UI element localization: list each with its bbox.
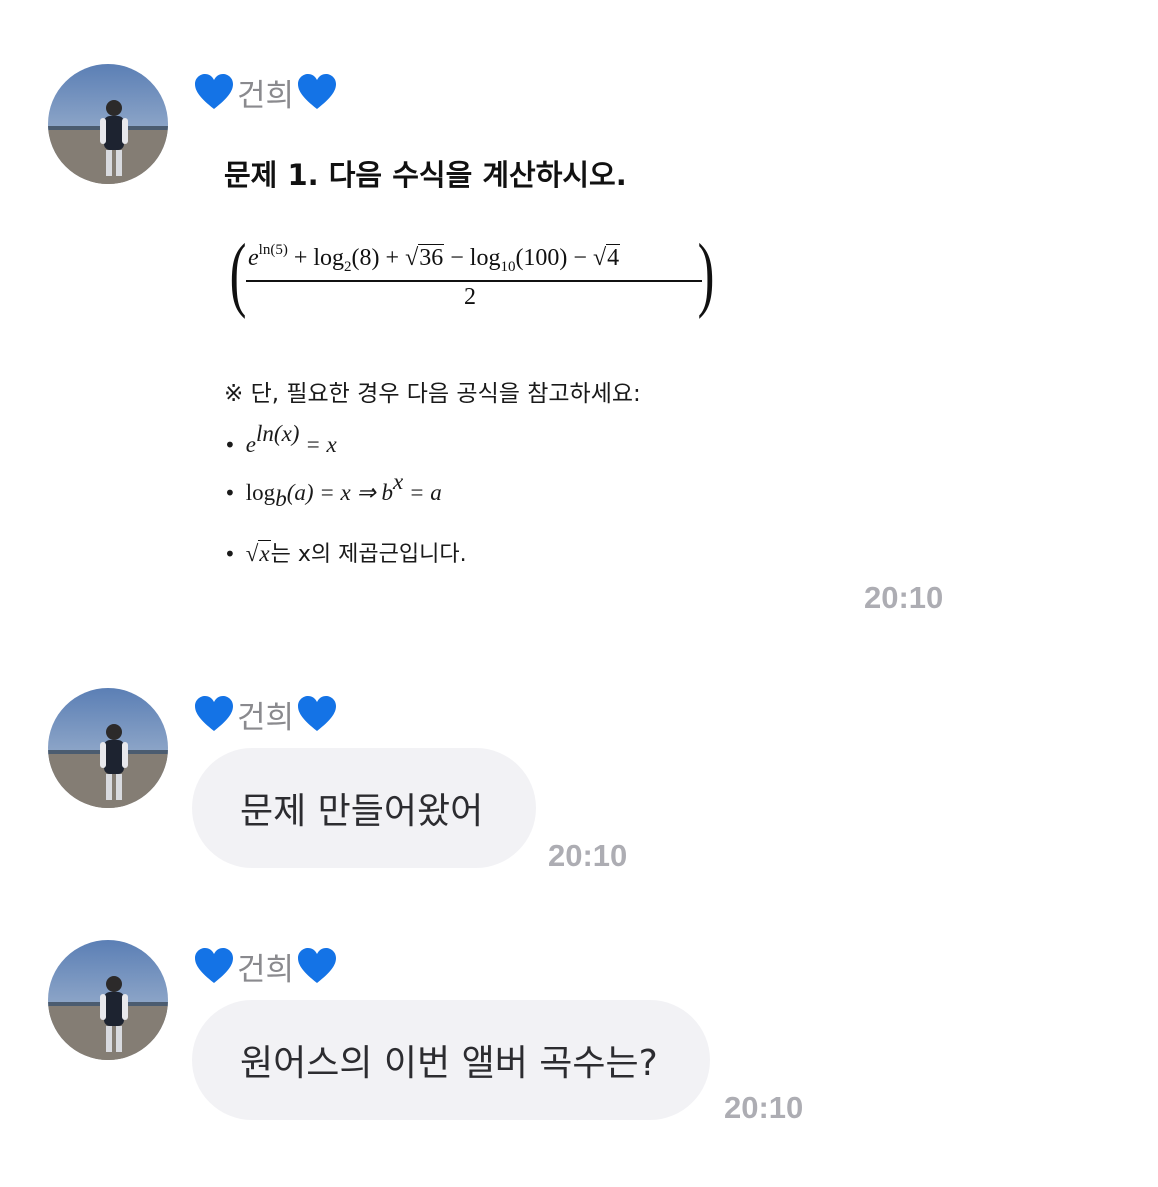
formula-part: x [258, 540, 271, 566]
bullet: • [224, 433, 236, 457]
sqrt-sign: √ [245, 541, 259, 566]
formula-part: ln(x) [256, 421, 300, 446]
problem-title: 문제 1. 다음 수식을 계산하시오. [224, 158, 627, 192]
avatar[interactable] [48, 688, 168, 808]
sqrt-sign: √ [405, 245, 419, 271]
avatar[interactable] [48, 940, 168, 1060]
blue-heart-icon [194, 73, 234, 111]
blue-heart-icon [297, 73, 337, 111]
sender-name-text: 건희 [237, 951, 295, 988]
numerator-part: ln(5) [258, 242, 288, 258]
blue-heart-icon [297, 695, 337, 733]
formula-item: • √x는 x의 제곱근입니다. [224, 536, 467, 568]
formula-part: 는 x의 제곱근입니다. [270, 542, 467, 567]
avatar[interactable] [48, 64, 168, 184]
sender-name-text: 건희 [237, 77, 295, 114]
blue-heart-icon [297, 947, 337, 985]
message-time: 20:10 [548, 838, 628, 873]
equation-denominator: 2 [464, 284, 476, 310]
numerator-part: 4 [606, 244, 621, 271]
numerator-part: (100) − [515, 245, 593, 271]
numerator-part: − log [444, 245, 501, 271]
numerator-part: 36 [418, 244, 445, 271]
message-time: 20:10 [724, 1090, 804, 1125]
hint-note: ※ 단, 필요한 경우 다음 공식을 참고하세요: [224, 381, 641, 407]
sqrt-sign: √ [592, 245, 607, 271]
numerator-part: 10 [500, 259, 516, 275]
sender-name-text: 건희 [237, 699, 295, 736]
problem-image[interactable]: 문제 1. 다음 수식을 계산하시오. ( eln(5) + log2(8) +… [224, 152, 844, 567]
formula-part: log [245, 480, 276, 505]
equation-numerator: eln(5) + log2(8) + √36 − log10(100) − √4 [248, 242, 621, 275]
formula-part: x [393, 469, 404, 494]
formula-item: • logb(a) = x ⇒ bx = a [224, 469, 442, 511]
equation: ( eln(5) + log2(8) + √36 − log10(100) − … [224, 228, 724, 324]
message-bubble[interactable]: 원어스의 이번 앨버 곡수는? [192, 1000, 710, 1120]
numerator-part: + log [287, 245, 345, 271]
formula-part: e [245, 432, 257, 457]
message-bubble[interactable]: 문제 만들어왔어 [192, 748, 536, 868]
formula-part: (a) = x ⇒ b [286, 480, 394, 505]
message-time: 20:10 [864, 580, 944, 615]
sender-name: 건희 [194, 692, 337, 736]
blue-heart-icon [194, 695, 234, 733]
bullet: • [224, 481, 236, 505]
sender-name: 건희 [194, 70, 337, 114]
formula-part: = a [403, 480, 442, 505]
left-paren: ( [229, 227, 247, 320]
formula-item: • eln(x) = x [224, 421, 337, 458]
numerator-part: 2 [344, 259, 352, 275]
fraction-bar [246, 280, 702, 282]
formula-part: b [275, 486, 287, 511]
right-paren: ) [697, 227, 715, 320]
numerator-part: (8) + [351, 245, 406, 271]
blue-heart-icon [194, 947, 234, 985]
bullet: • [224, 542, 236, 566]
numerator-part: e [248, 245, 259, 271]
sender-name: 건희 [194, 944, 337, 988]
formula-part: = x [299, 432, 337, 457]
